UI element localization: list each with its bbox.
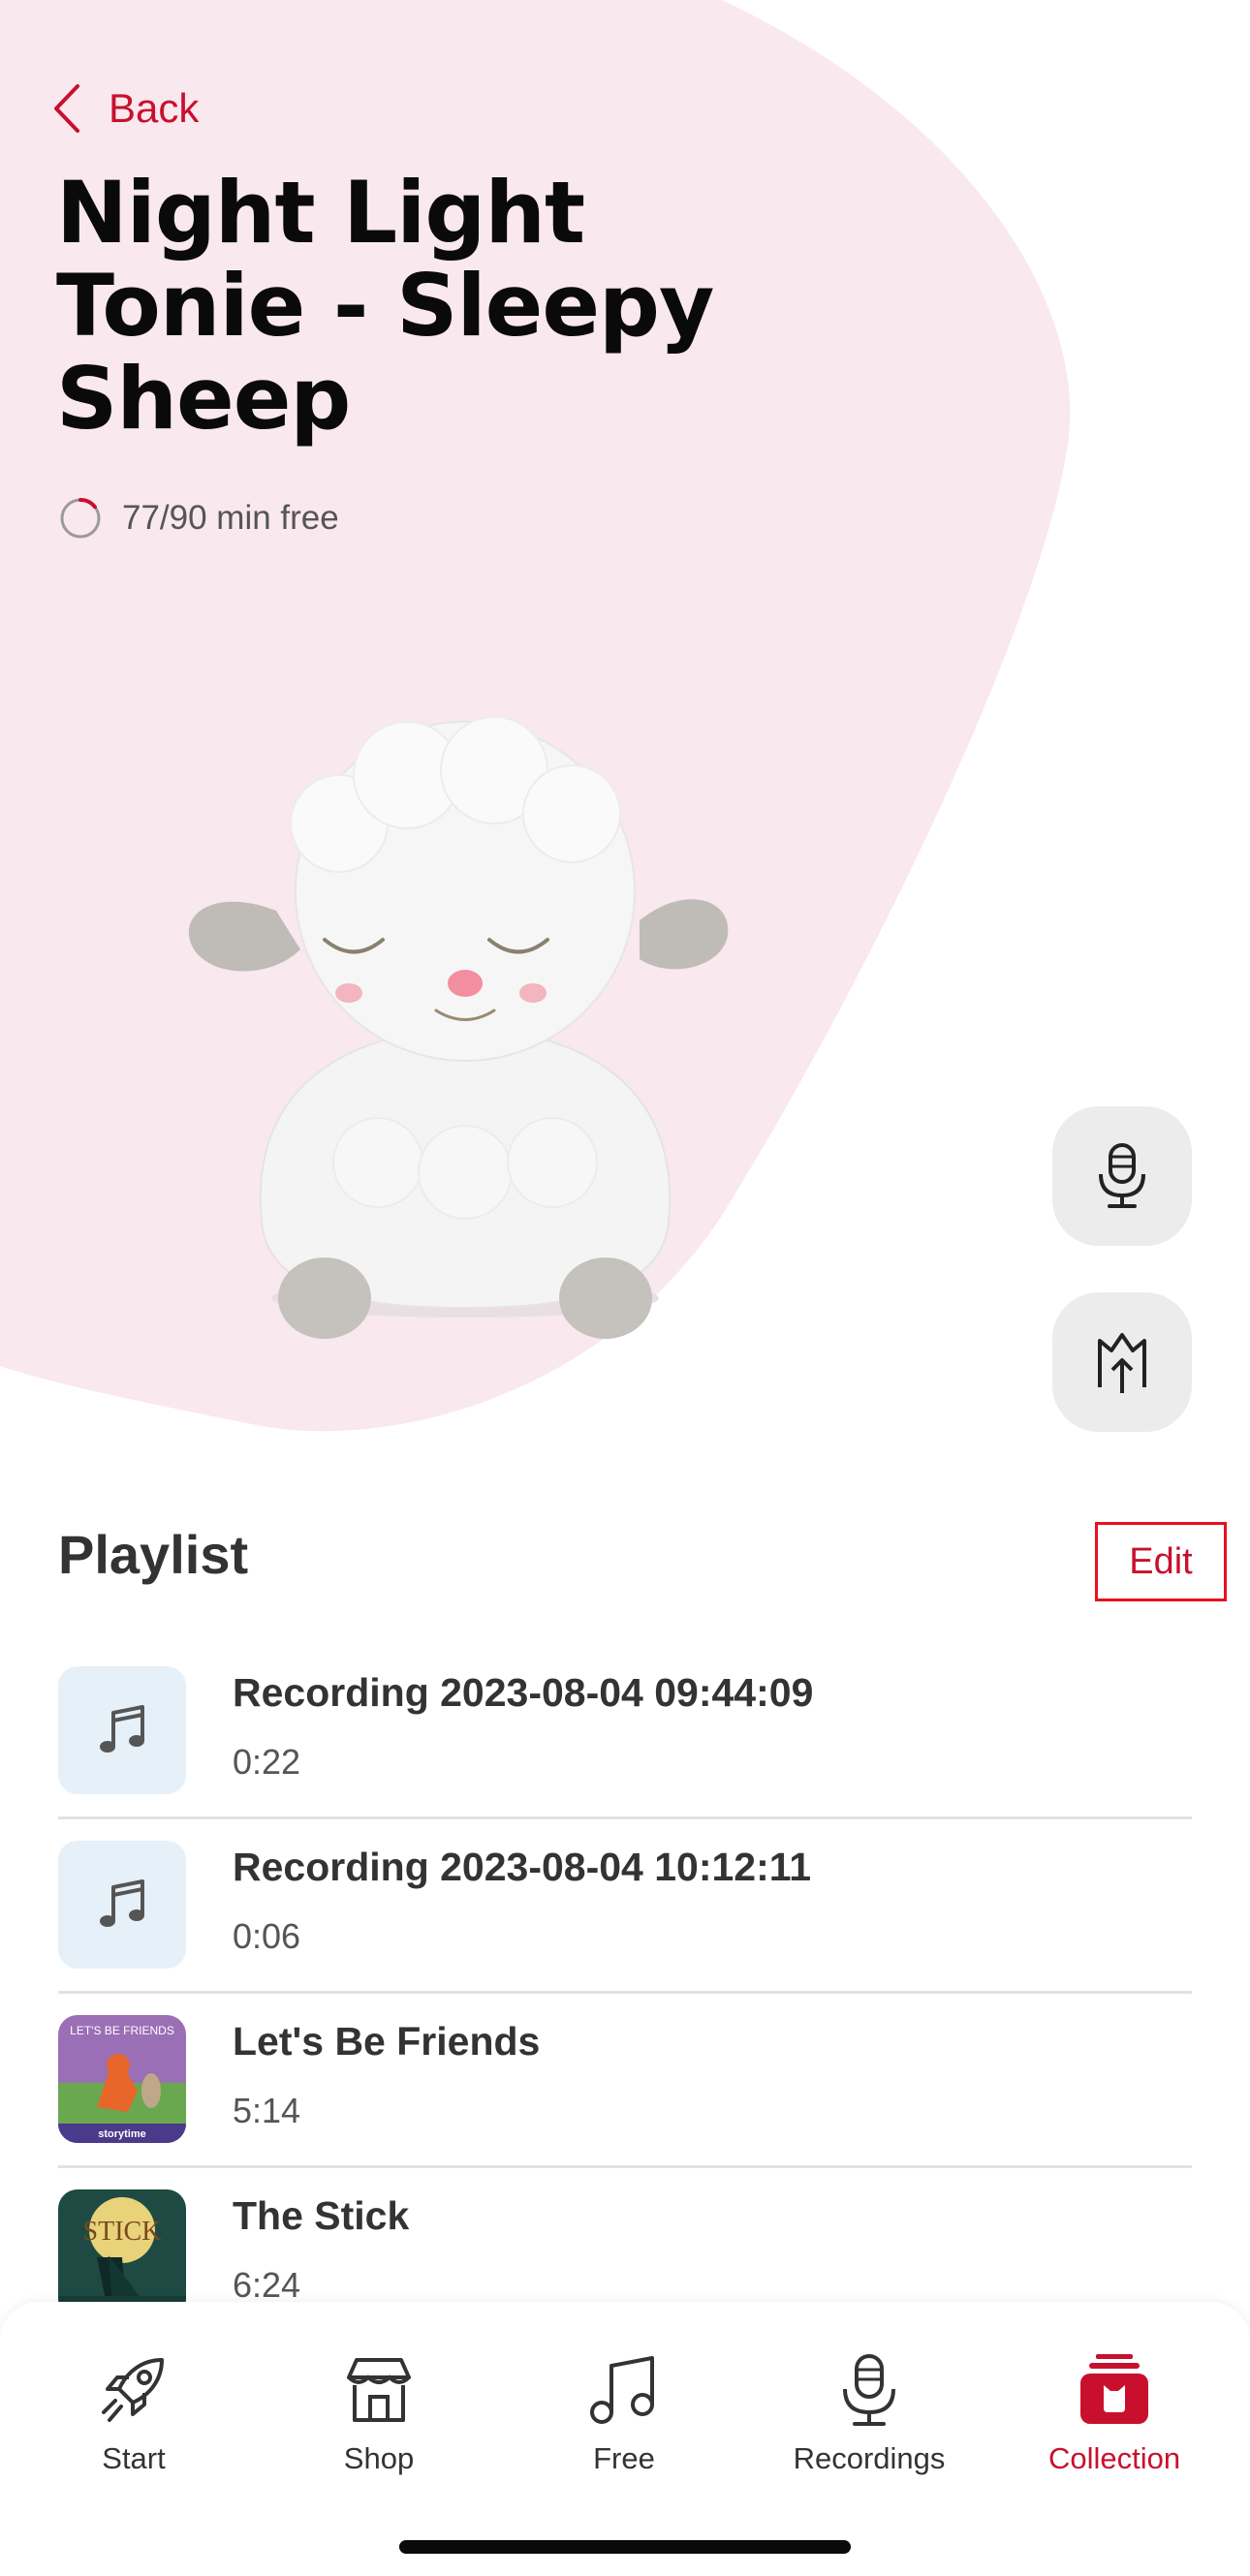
track-title: Recording 2023-08-04 10:12:11 bbox=[233, 1845, 812, 1889]
tab-start[interactable]: Start bbox=[27, 2350, 240, 2476]
svg-text:LET'S BE FRIENDS: LET'S BE FRIENDS bbox=[70, 2024, 174, 2037]
playlist-list: Recording 2023-08-04 09:44:09 0:22 Recor… bbox=[58, 1645, 1192, 2343]
page-title: Night Light Tonie - Sleepy Sheep bbox=[56, 163, 714, 449]
svg-text:storytime: storytime bbox=[98, 2128, 146, 2140]
capacity-ring-icon bbox=[60, 498, 101, 539]
track-title: Recording 2023-08-04 09:44:09 bbox=[233, 1670, 814, 1715]
upload-button[interactable] bbox=[1052, 1292, 1192, 1432]
playlist-item[interactable]: Recording 2023-08-04 09:44:09 0:22 bbox=[58, 1645, 1192, 1819]
track-title: The Stick bbox=[233, 2193, 410, 2238]
track-duration: 0:22 bbox=[233, 1742, 301, 1782]
playlist-heading: Playlist bbox=[58, 1524, 249, 1585]
back-button[interactable]: Back bbox=[50, 78, 199, 140]
tab-bar: Start Shop Free Recordings Collection bbox=[0, 2302, 1250, 2576]
record-button[interactable] bbox=[1052, 1106, 1192, 1246]
svg-text:STICK: STICK bbox=[83, 2217, 162, 2247]
collection-icon bbox=[1080, 2354, 1148, 2424]
tab-label: Shop bbox=[343, 2441, 415, 2475]
tonie-figure-image bbox=[188, 717, 729, 1339]
music-note-icon bbox=[590, 2356, 654, 2424]
track-duration: 5:14 bbox=[233, 2091, 301, 2130]
capacity-indicator: 77/90 min free bbox=[58, 494, 339, 543]
edit-playlist-button[interactable]: Edit bbox=[1095, 1522, 1227, 1601]
music-note-icon bbox=[100, 1705, 144, 1753]
upload-icon bbox=[1098, 1333, 1146, 1393]
tab-label: Recordings bbox=[793, 2441, 946, 2475]
tab-recordings[interactable]: Recordings bbox=[763, 2350, 976, 2476]
cover-image: LET'S BE FRIENDS storytime bbox=[58, 2015, 186, 2143]
rocket-icon bbox=[102, 2358, 164, 2422]
back-label: Back bbox=[109, 85, 200, 131]
track-title: Let's Be Friends bbox=[233, 2019, 541, 2064]
track-thumbnail bbox=[58, 1841, 186, 1969]
tab-collection[interactable]: Collection bbox=[1008, 2350, 1221, 2476]
playlist-item[interactable]: Recording 2023-08-04 10:12:11 0:06 bbox=[58, 1819, 1192, 1994]
cover-image: STICK bbox=[58, 2189, 186, 2317]
playlist-item[interactable]: LET'S BE FRIENDS storytime Let's Be Frie… bbox=[58, 1994, 1192, 2168]
track-duration: 6:24 bbox=[233, 2265, 301, 2305]
music-note-icon bbox=[100, 1879, 144, 1927]
track-cover-lets-be-friends: LET'S BE FRIENDS storytime bbox=[58, 2015, 186, 2143]
track-cover-the-stick: STICK bbox=[58, 2189, 186, 2317]
tab-label: Collection bbox=[1047, 2441, 1181, 2475]
tab-label: Free bbox=[593, 2441, 655, 2475]
chevron-left-icon bbox=[54, 84, 79, 133]
home-indicator[interactable] bbox=[399, 2540, 851, 2554]
microphone-icon bbox=[1099, 1143, 1145, 1208]
tab-free[interactable]: Free bbox=[517, 2350, 731, 2476]
capacity-text: 77/90 min free bbox=[122, 499, 339, 537]
tab-shop[interactable]: Shop bbox=[272, 2350, 485, 2476]
track-duration: 0:06 bbox=[233, 1916, 301, 1956]
track-thumbnail bbox=[58, 1666, 186, 1794]
tab-label: Start bbox=[102, 2441, 166, 2475]
microphone-icon bbox=[843, 2354, 895, 2426]
store-icon bbox=[347, 2358, 411, 2422]
